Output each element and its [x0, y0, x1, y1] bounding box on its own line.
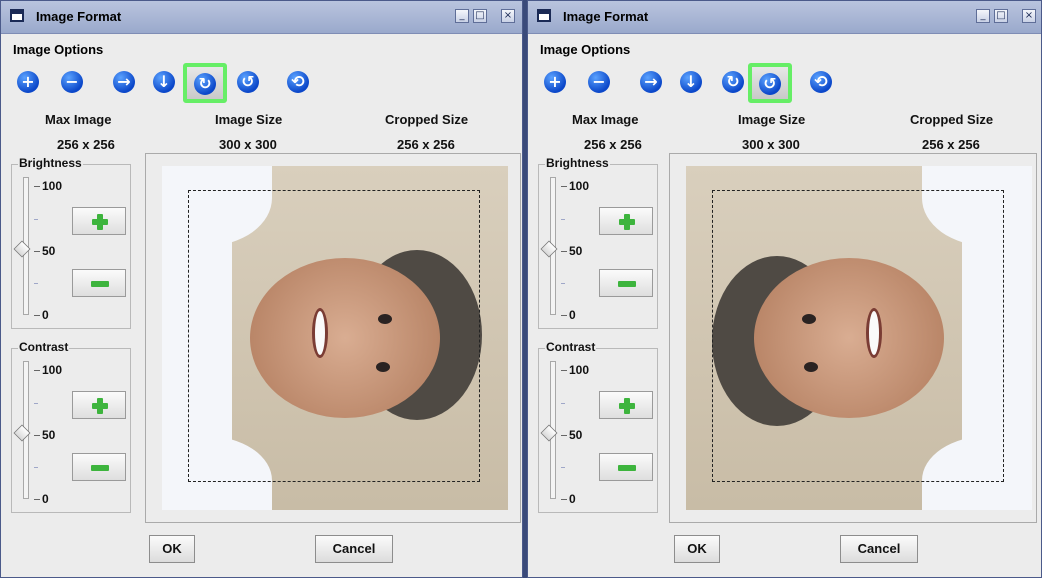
rotate-counterclockwise-icon[interactable]: ↺ [748, 63, 792, 103]
brightness-increase-button[interactable] [72, 207, 126, 235]
cropped-size-header: Cropped Size [910, 112, 994, 127]
brightness-mid-label: 50 [569, 244, 583, 258]
portrait-photo [162, 166, 508, 510]
image-size-header: Image Size [738, 112, 806, 127]
plus-icon [619, 398, 635, 414]
brightness-decrease-button[interactable] [599, 269, 653, 297]
portrait-photo [686, 166, 1032, 510]
image-format-window-2: Image Format _ □ × Image Options + − → ↓… [527, 0, 1042, 578]
arrow-right-icon[interactable]: → [111, 69, 137, 95]
crop-selection-box[interactable] [712, 190, 1004, 482]
minus-icon [91, 465, 109, 471]
image-preview-panel [669, 153, 1037, 523]
brightness-group: Brightness 100 50 0 [538, 156, 658, 329]
minus-icon [618, 281, 636, 287]
maximize-icon[interactable]: □ [994, 9, 1008, 23]
contrast-mid-label: 50 [569, 428, 583, 442]
maximize-icon[interactable]: □ [473, 9, 487, 23]
cancel-button[interactable]: Cancel [315, 535, 393, 563]
contrast-mid-label: 50 [42, 428, 56, 442]
ok-button[interactable]: OK [149, 535, 195, 563]
brightness-mid-label: 50 [42, 244, 56, 258]
brightness-decrease-button[interactable] [72, 269, 126, 297]
ok-button[interactable]: OK [674, 535, 720, 563]
minus-icon [91, 281, 109, 287]
contrast-decrease-button[interactable] [599, 453, 653, 481]
close-icon[interactable]: × [501, 9, 515, 23]
refresh-icon[interactable]: ⟲ [285, 69, 311, 95]
crop-selection-box[interactable] [188, 190, 480, 482]
brightness-min-label: 0 [569, 308, 576, 322]
contrast-increase-button[interactable] [72, 391, 126, 419]
menu-image-options[interactable]: Image Options [13, 42, 103, 57]
image-size-value: 300 x 300 [742, 137, 800, 152]
zoom-in-icon[interactable]: + [542, 69, 568, 95]
cropped-size-header: Cropped Size [385, 112, 469, 127]
contrast-max-label: 100 [42, 363, 63, 377]
refresh-icon[interactable]: ⟲ [808, 69, 834, 95]
zoom-in-icon[interactable]: + [15, 69, 41, 95]
rotate-clockwise-icon[interactable]: ↻ [183, 63, 227, 103]
contrast-min-label: 0 [42, 492, 49, 506]
contrast-title: Contrast [545, 340, 597, 354]
image-preview-panel [145, 153, 521, 523]
arrow-right-icon[interactable]: → [638, 69, 664, 95]
contrast-decrease-button[interactable] [72, 453, 126, 481]
title-bar[interactable]: Image Format _ □ × [528, 1, 1041, 34]
contrast-title: Contrast [18, 340, 70, 354]
arrow-down-icon[interactable]: ↓ [151, 69, 177, 95]
contrast-group: Contrast 100 50 0 [538, 340, 658, 513]
plus-icon [92, 214, 108, 230]
brightness-title: Brightness [545, 156, 610, 170]
brightness-group: Brightness 100 50 0 [11, 156, 131, 329]
contrast-increase-button[interactable] [599, 391, 653, 419]
brightness-min-label: 0 [42, 308, 49, 322]
close-icon[interactable]: × [1022, 9, 1036, 23]
max-image-header: Max Image [572, 112, 639, 127]
brightness-max-label: 100 [42, 179, 63, 193]
minimize-icon[interactable]: _ [976, 9, 990, 23]
max-image-value: 256 x 256 [584, 137, 642, 152]
image-format-window-1: Image Format _ □ × Image Options + − → ↓… [0, 0, 523, 578]
brightness-title: Brightness [18, 156, 83, 170]
cancel-button[interactable]: Cancel [840, 535, 918, 563]
zoom-out-icon[interactable]: − [59, 69, 85, 95]
brightness-increase-button[interactable] [599, 207, 653, 235]
window-icon [537, 9, 551, 22]
window-icon [10, 9, 24, 22]
max-image-value: 256 x 256 [57, 137, 115, 152]
cropped-size-value: 256 x 256 [397, 137, 455, 152]
contrast-max-label: 100 [569, 363, 590, 377]
contrast-group: Contrast 100 50 0 [11, 340, 131, 513]
zoom-out-icon[interactable]: − [586, 69, 612, 95]
minus-icon [618, 465, 636, 471]
rotate-clockwise-icon[interactable]: ↻ [720, 69, 746, 95]
image-size-header: Image Size [215, 112, 283, 127]
window-title: Image Format [36, 9, 122, 24]
plus-icon [92, 398, 108, 414]
menu-image-options[interactable]: Image Options [540, 42, 630, 57]
arrow-down-icon[interactable]: ↓ [678, 69, 704, 95]
plus-icon [619, 214, 635, 230]
contrast-min-label: 0 [569, 492, 576, 506]
image-size-value: 300 x 300 [219, 137, 277, 152]
rotate-counterclockwise-icon[interactable]: ↺ [235, 69, 261, 95]
cropped-size-value: 256 x 256 [922, 137, 980, 152]
brightness-max-label: 100 [569, 179, 590, 193]
title-bar[interactable]: Image Format _ □ × [1, 1, 522, 34]
window-title: Image Format [563, 9, 649, 24]
minimize-icon[interactable]: _ [455, 9, 469, 23]
max-image-header: Max Image [45, 112, 112, 127]
